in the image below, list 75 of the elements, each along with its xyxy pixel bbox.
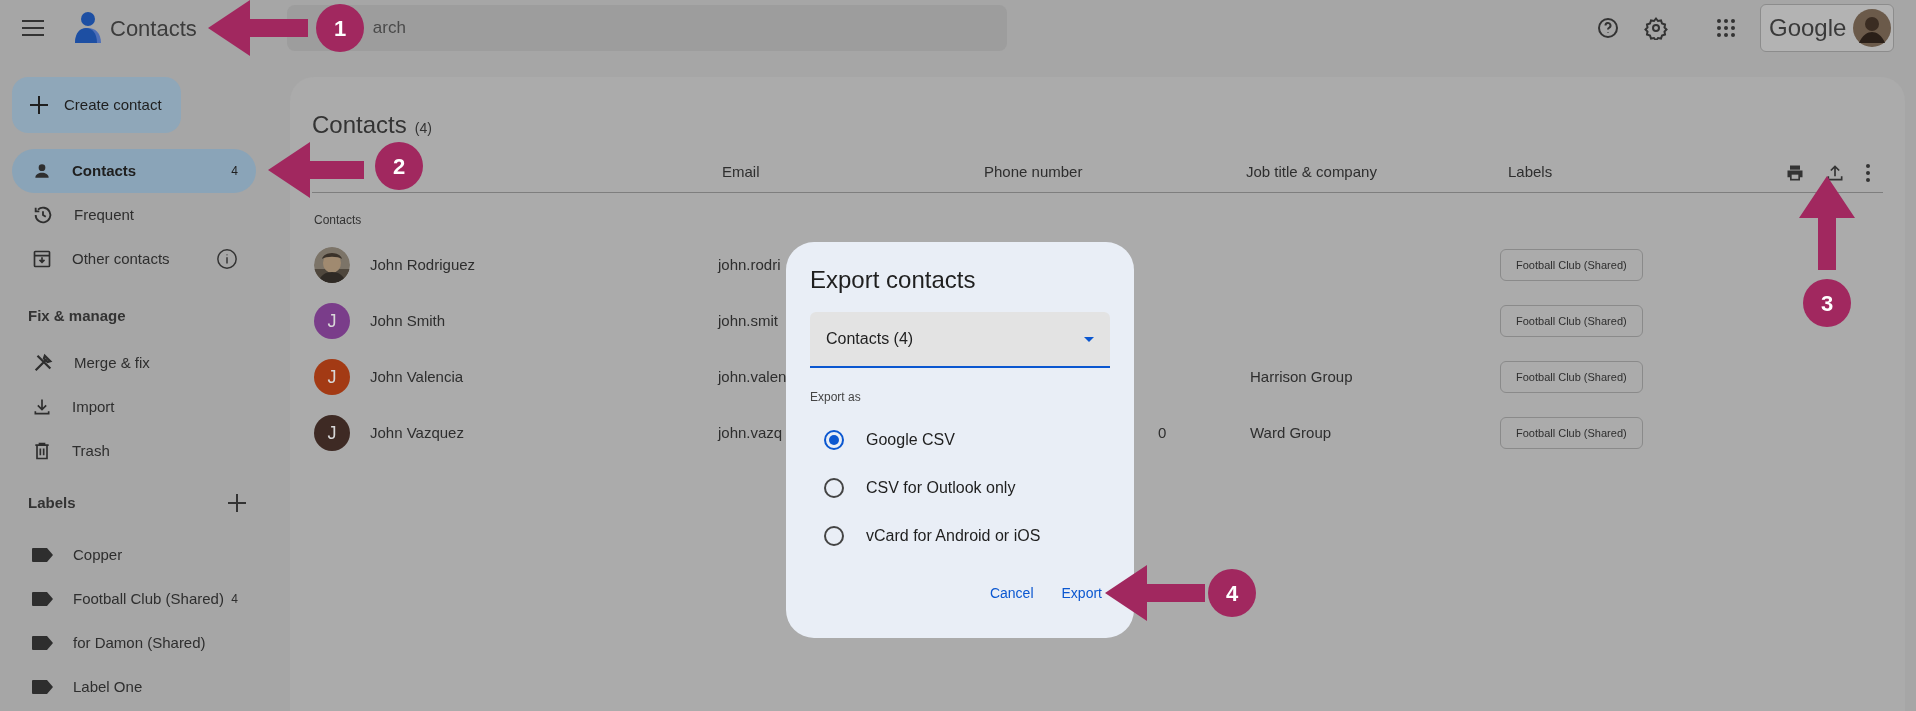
radio-button[interactable] [824,526,844,546]
phone-cell: 0 [1158,423,1167,441]
export-as-label: Export as [810,389,862,406]
label-chip[interactable]: Football Club (Shared) [1500,249,1643,281]
label-icon [32,636,53,650]
avatar-icon [1853,9,1891,47]
column-header[interactable]: Email [722,163,760,181]
trash-icon [32,441,52,461]
contact-name[interactable]: John Rodriguez [370,253,476,277]
page-title: Contacts [312,110,407,140]
email-cell: john.valen [718,367,787,385]
info-icon[interactable] [216,248,238,270]
settings-icon[interactable] [1644,16,1668,40]
label-icon [32,592,53,606]
section-heading: Labels [28,492,76,513]
dialog-button[interactable]: Cancel [989,583,1034,604]
plus-icon [30,96,48,114]
nav-item[interactable]: Frequent [12,193,256,237]
contacts-logo-icon [72,11,102,45]
option-label[interactable]: Google CSV [866,428,955,452]
nav-item[interactable]: Contacts 4 [12,149,256,193]
job-cell: Harrison Group [1250,367,1353,385]
create-contact-button[interactable]: Create contact [12,77,181,133]
person-icon [32,161,52,181]
label-chip[interactable]: Football Club (Shared) [1500,361,1643,393]
contact-count: (4) [414,119,432,138]
contact-avatar: J [314,415,350,451]
label-item[interactable]: Copper [12,533,256,577]
contact-name[interactable]: John Valencia [370,365,464,389]
radio-button[interactable] [824,430,844,450]
column-header[interactable]: Phone number [984,163,1083,181]
nav-item[interactable]: Merge & fix [12,341,256,385]
history-icon [32,204,54,226]
email-cell: john.rodri [718,255,781,273]
contact-avatar: J [314,303,350,339]
label-icon [32,548,53,562]
menu-icon[interactable] [22,20,44,36]
section-heading: Fix & manage [27,305,127,326]
email-cell: john.smit [718,311,779,329]
section-label: Contacts [313,212,363,229]
label-icon [32,680,53,694]
contact-avatar: J [314,359,350,395]
job-cell: Ward Group [1250,423,1332,441]
contact-name[interactable]: John Vazquez [370,421,464,445]
option-label[interactable]: CSV for Outlook only [866,476,1016,500]
label-chip[interactable]: Football Club (Shared) [1500,417,1643,449]
option-label[interactable]: vCard for Android or iOS [866,524,1041,548]
label-item[interactable]: Football Club (Shared) 4 [12,577,256,621]
column-header[interactable]: Labels [1508,163,1553,181]
radio-button[interactable] [824,478,844,498]
archive-icon [32,249,52,269]
item-count: 4 [231,591,238,608]
label-chip[interactable]: Football Club (Shared) [1500,305,1643,337]
dialog-title: Export contacts [810,265,977,295]
apps-grid-icon[interactable] [1716,18,1736,38]
nav-item[interactable]: Other contacts [12,237,256,281]
account-button[interactable]: Google [1760,4,1894,52]
label-item[interactable]: Label One [12,665,256,709]
more-icon[interactable] [1865,162,1871,183]
nav-item[interactable]: Trash [12,429,256,473]
add-label-icon[interactable] [228,494,246,512]
item-count: 4 [231,163,238,180]
contacts-dropdown[interactable]: Contacts (4) [810,312,1110,368]
dialog-button[interactable]: Export [1061,583,1102,604]
tools-icon [32,352,54,374]
download-icon [32,397,52,417]
contact-name[interactable]: John Smith [370,309,446,333]
app-title: Contacts [110,14,197,43]
nav-item[interactable]: Import [12,385,256,429]
email-cell: john.vazq [718,423,783,441]
brand-name: Google [1769,13,1847,43]
column-header[interactable]: Job title & company [1246,163,1377,181]
label-item[interactable]: for Damon (Shared) [12,621,256,665]
help-icon[interactable] [1596,16,1620,40]
dropdown-caret-icon [1084,336,1094,342]
